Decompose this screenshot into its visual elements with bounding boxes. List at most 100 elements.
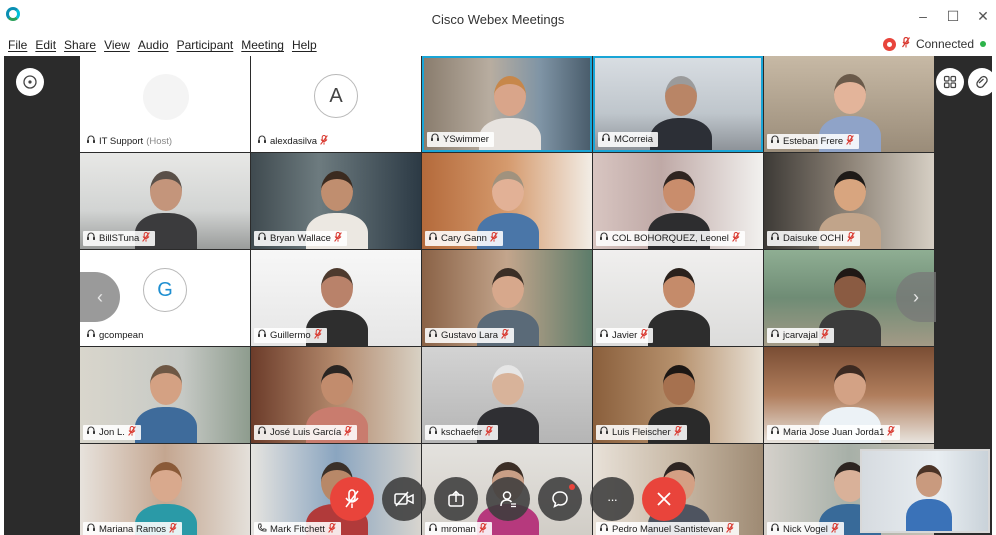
chat-button[interactable] [538,477,582,521]
participant-name-tag: Javier [596,328,654,343]
participant-face [494,76,526,116]
participant-tile[interactable]: Bryan Wallace [251,153,421,249]
headset-icon [86,135,96,148]
participant-tile[interactable]: Aalexdasilva [251,56,421,152]
participant-tile[interactable]: kschaefer [422,347,592,443]
participant-tile[interactable]: Luis Fleischer [593,347,763,443]
participant-tile[interactable]: Guillermo [251,250,421,346]
participant-name-tag: COL BOHORQUEZ, Leonel [596,231,745,246]
participant-tile[interactable]: Mariana Ramos [80,444,250,535]
window-title: Cisco Webex Meetings [431,12,565,27]
headset-icon [599,523,609,535]
participant-tile[interactable]: YSwimmer [422,56,592,152]
participant-name-tag: gcompean [83,328,149,343]
mic-muted-icon [673,426,682,439]
mic-muted-icon [479,523,487,535]
participants-icon [500,491,516,508]
menu-file[interactable]: File [8,38,27,52]
meeting-info-button[interactable] [16,68,44,96]
participant-name-tag: José Luis García [254,425,358,440]
participant-name: BillSTuna [99,233,140,244]
self-view-person [906,499,952,531]
layout-button[interactable] [936,68,964,96]
participant-name: mroman [441,524,476,535]
connection-status-text: Connected [915,37,974,51]
menu-view[interactable]: View [104,38,130,52]
participant-tile[interactable]: Maria Jose Juan Jorda1 [764,347,934,443]
mic-muted-icon [313,329,322,342]
close-button[interactable]: ✕ [976,8,990,25]
participant-name-tag: Daisuke OCHI [767,231,860,246]
participant-tile[interactable]: Jon L. [80,347,250,443]
participant-name: Pedro Manuel Santistevan [612,524,724,535]
participant-tile[interactable]: Daisuke OCHI [764,153,934,249]
mic-muted-icon [726,523,735,535]
participant-name: jcarvajal [783,330,818,341]
participant-name-tag: Luis Fleischer [596,425,687,440]
participant-name: Luis Fleischer [612,427,671,438]
participant-name: Javier [612,330,638,341]
more-button[interactable]: ··· [590,477,634,521]
participant-name-tag: IT Support (Host) [83,134,178,149]
headset-icon [428,232,438,245]
meeting-stage: IT Support (Host) Aalexdasilva YSwimmer MCor… [4,56,992,535]
menu-items: File Edit Share View Audio Participant M… [8,38,317,52]
participant-tile[interactable]: Esteban Frere [764,56,934,152]
participant-tile[interactable]: BillSTuna [80,153,250,249]
headset-icon [430,133,440,146]
headset-icon [428,523,438,535]
participants-button[interactable] [486,477,530,521]
maximize-button[interactable]: ☐ [946,8,960,25]
participant-face [665,76,697,116]
menu-share[interactable]: Share [64,38,96,52]
menu-meeting[interactable]: Meeting [241,38,284,52]
participant-body [648,310,710,346]
mic-muted-icon [128,426,136,439]
self-view-face [916,465,942,497]
stop-video-button[interactable] [382,477,426,521]
headset-icon [257,329,267,342]
phone-icon [257,523,267,535]
info-icon [23,75,37,89]
self-view[interactable] [860,449,990,533]
participant-name: alexdasilva [270,136,317,147]
mic-muted-icon [485,426,494,439]
participant-tile[interactable]: José Luis García [251,347,421,443]
minimize-button[interactable]: – [916,8,930,25]
menu-edit[interactable]: Edit [35,38,56,52]
participant-name-tag: BillSTuna [83,231,156,246]
video-grid: IT Support (Host) Aalexdasilva YSwimmer MCor… [80,56,936,535]
participant-face [663,365,695,405]
menu-help[interactable]: Help [292,38,317,52]
headset-icon [257,232,267,245]
participant-tile[interactable]: COL BOHORQUEZ, Leonel [593,153,763,249]
pill-icon [976,75,988,89]
participant-name: Maria Jose Juan Jorda1 [783,427,885,438]
participant-tile[interactable]: Cary Gann [422,153,592,249]
headset-icon [770,135,780,148]
leave-button[interactable] [642,477,686,521]
participant-name-tag: Mark Fitchett [254,522,341,535]
participant-name-tag: jcarvajal [767,328,834,343]
participant-tile[interactable]: IT Support (Host) [80,56,250,152]
headset-icon [428,426,438,439]
participant-tile[interactable]: MCorreia [593,56,763,152]
recording-icon[interactable] [882,37,896,51]
participant-face [321,268,353,308]
participant-tile[interactable]: Gustavo Lara [422,250,592,346]
mic-muted-icon [501,329,509,342]
headset-icon [770,232,780,245]
window-controls: – ☐ ✕ [916,8,990,25]
lock-view-button[interactable] [968,68,992,96]
mute-button[interactable] [330,477,374,521]
menu-audio[interactable]: Audio [138,38,169,52]
participant-name-tag: Mariana Ramos [83,522,183,535]
participant-face [150,171,182,211]
share-button[interactable] [434,477,478,521]
headset-icon [601,133,611,146]
participant-name: Cary Gann [441,233,487,244]
participant-name-tag: kschaefer [425,425,499,440]
participant-name: Gustavo Lara [441,330,499,341]
menu-participant[interactable]: Participant [177,38,234,52]
participant-tile[interactable]: Javier [593,250,763,346]
